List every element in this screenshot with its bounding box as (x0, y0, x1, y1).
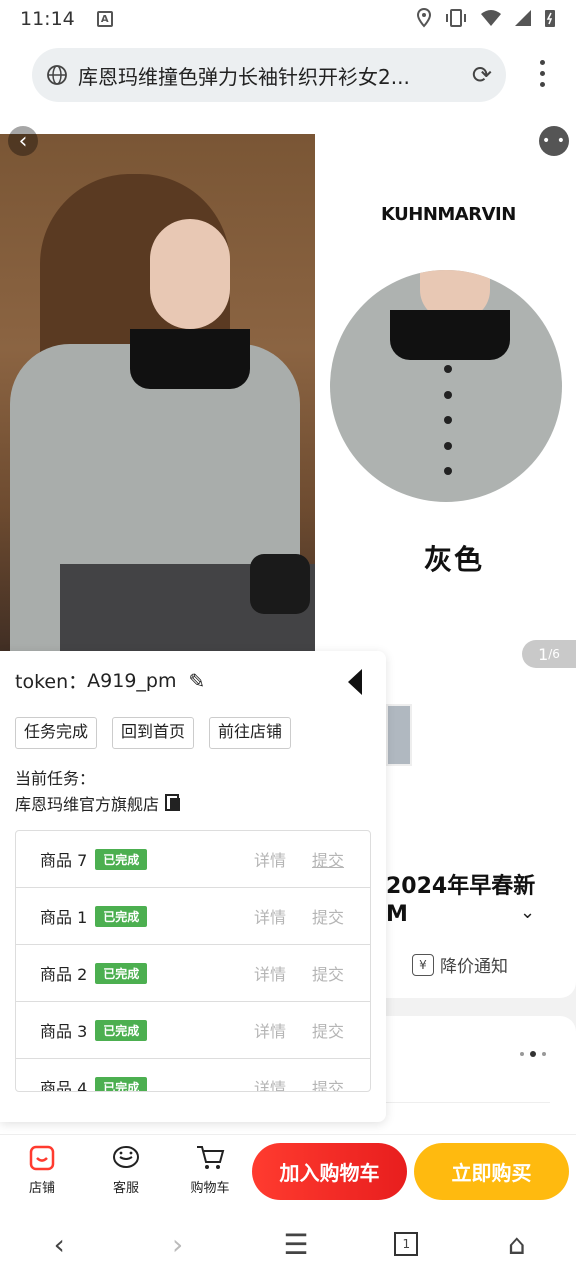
service-button[interactable]: 客服 (96, 1143, 156, 1196)
status-time: 11:14 (20, 8, 75, 30)
status-bar: 11:14 A (0, 0, 576, 38)
menu-icon[interactable] (540, 60, 546, 87)
price-tag-icon: ¥ (412, 953, 434, 976)
bottom-action-bar: 店铺 客服 购物车 加入购物车 立即购买 (0, 1134, 576, 1208)
reload-icon[interactable]: ⟳ (472, 61, 492, 89)
submit-link[interactable]: 提交 (312, 904, 344, 928)
globe-icon (47, 65, 67, 85)
list-item: 商品 4 已完成 详情 提交 (16, 1059, 370, 1092)
cart-icon (197, 1146, 225, 1169)
detail-link[interactable]: 详情 (254, 961, 286, 985)
wifi-icon (481, 10, 501, 26)
product-gallery[interactable]: KUHNMARVIN 灰色 ‹ • • 1 /6 (0, 112, 576, 690)
counter-total: /6 (548, 647, 560, 661)
detail-link[interactable]: 详情 (254, 904, 286, 928)
color-swatch-image (330, 270, 562, 502)
status-badge: 已完成 (95, 1076, 148, 1091)
carousel-dots (520, 1051, 546, 1057)
submit-link[interactable]: 提交 (312, 847, 344, 871)
task-name: 商品 2 (40, 965, 88, 984)
detail-link[interactable]: 详情 (254, 847, 286, 871)
home-icon[interactable]: ⌂ (497, 1228, 537, 1261)
keyboard-a-icon: A (96, 11, 113, 27)
task-name: 商品 1 (40, 908, 88, 927)
panel-actions: 任务完成 回到首页 前往店铺 (15, 717, 292, 749)
battery-icon (545, 10, 555, 27)
task-name: 商品 7 (40, 851, 88, 870)
sku-thumbnail[interactable] (386, 704, 412, 766)
signal-icon (515, 10, 531, 26)
url-text[interactable]: 库恩玛维撞色弹力长袖针织开衫女2... (78, 61, 448, 90)
product-title-2: M (386, 902, 408, 927)
vibrate-icon (446, 9, 466, 27)
list-item: 商品 2 已完成 详情 提交 (16, 945, 370, 1002)
location-icon (416, 8, 432, 28)
edit-icon[interactable]: ✎ (188, 669, 205, 693)
list-item: 商品 1 已完成 详情 提交 (16, 888, 370, 945)
current-task-shop: 库恩玛维官方旗舰店 (15, 791, 181, 815)
buy-now-button[interactable]: 立即购买 (414, 1143, 569, 1200)
nav-back-icon[interactable]: ‹ (39, 1228, 79, 1261)
product-title: 2024年早春新 (386, 874, 536, 899)
more-icon[interactable]: • • (539, 126, 569, 156)
list-item: 商品 3 已完成 详情 提交 (16, 1002, 370, 1059)
url-bar[interactable]: 库恩玛维撞色弹力长袖针织开衫女2... ⟳ (32, 48, 506, 102)
go-to-shop-button[interactable]: 前往店铺 (209, 717, 292, 749)
system-navigation: ‹ › ☰ 1 ⌂ (0, 1208, 576, 1280)
task-name: 商品 4 (40, 1079, 88, 1092)
brand-logo: KUHNMARVIN (381, 204, 516, 225)
current-task-label: 当前任务： (15, 769, 96, 788)
task-complete-button[interactable]: 任务完成 (15, 717, 98, 749)
status-badge: 已完成 (95, 962, 148, 984)
list-item: 商品 7 已完成 详情 提交 (16, 831, 370, 888)
task-list[interactable]: 商品 7 已完成 详情 提交 商品 1 已完成 详情 提交 商品 2 已完成 详… (15, 830, 371, 1092)
status-badge: 已完成 (95, 905, 148, 927)
price-alert-button[interactable]: ¥ 降价通知 (412, 952, 508, 977)
back-icon[interactable]: ‹ (8, 126, 38, 156)
token-row: token： A919_pm ✎ (15, 667, 205, 694)
task-panel: token： A919_pm ✎ 任务完成 回到首页 前往店铺 当前任务： 库恩… (0, 651, 386, 1122)
cart-label: 购物车 (190, 1181, 230, 1196)
nav-menu-icon[interactable]: ☰ (276, 1228, 316, 1261)
collapse-panel-icon[interactable] (348, 669, 362, 695)
store-icon (29, 1145, 55, 1171)
shop-name: 库恩玛维官方旗舰店 (15, 795, 160, 814)
cart-button[interactable]: 购物车 (180, 1143, 240, 1196)
status-badge: 已完成 (95, 1019, 148, 1041)
color-label: 灰色 (424, 543, 485, 576)
model-photo (0, 134, 315, 672)
submit-link[interactable]: 提交 (312, 961, 344, 985)
image-counter: 1 /6 (522, 640, 576, 668)
chat-icon (113, 1146, 139, 1168)
status-icons (416, 8, 556, 28)
submit-link[interactable]: 提交 (312, 1018, 344, 1042)
counter-current: 1 (538, 644, 549, 664)
add-to-cart-button[interactable]: 加入购物车 (252, 1143, 407, 1200)
shop-label: 店铺 (28, 1181, 55, 1196)
nav-forward-icon[interactable]: › (158, 1228, 198, 1261)
shop-button[interactable]: 店铺 (12, 1143, 72, 1196)
token-value: A919_pm (87, 669, 177, 692)
back-home-button[interactable]: 回到首页 (112, 717, 195, 749)
chevron-down-icon[interactable]: ⌄ (520, 902, 535, 923)
tabs-icon[interactable]: 1 (394, 1232, 419, 1256)
task-name: 商品 3 (40, 1022, 88, 1041)
submit-link[interactable]: 提交 (312, 1075, 344, 1091)
detail-link[interactable]: 详情 (254, 1018, 286, 1042)
price-alert-label: 降价通知 (440, 957, 508, 977)
copy-icon[interactable] (165, 794, 181, 812)
token-label: token： (15, 671, 88, 693)
status-badge: 已完成 (95, 848, 148, 870)
detail-link[interactable]: 详情 (254, 1075, 286, 1091)
browser-toolbar: 库恩玛维撞色弹力长袖针织开衫女2... ⟳ (0, 38, 576, 112)
service-label: 客服 (112, 1181, 139, 1196)
